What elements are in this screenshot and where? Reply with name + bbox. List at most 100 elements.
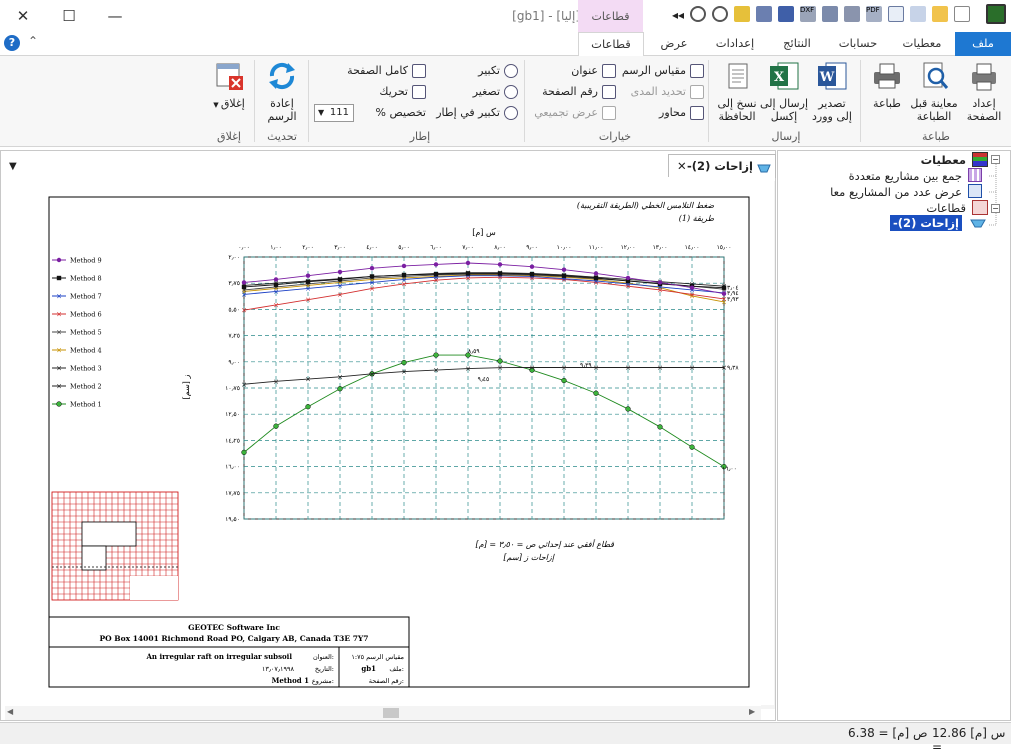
settings-icon[interactable] (822, 6, 838, 22)
pan-label: تحريك (379, 85, 408, 98)
collapse-ribbon-icon[interactable]: ⌃ (28, 34, 38, 48)
context-tab-header: قطاعات (578, 0, 643, 32)
y-tick-label: ١٦٫٠٠ (225, 464, 240, 471)
data-point: × (593, 364, 599, 372)
legend-label: Method 7 (70, 293, 102, 301)
close-button[interactable]: ▼ إغلاق (206, 60, 252, 112)
legend-label: Method 3 (70, 365, 102, 373)
summary-view-label: عرض تجميعي (534, 106, 598, 119)
tree-view-multiple-projects[interactable]: عرض عدد من المشاريع معا (830, 184, 962, 200)
data-label: ٣٫٩٣ (727, 296, 739, 303)
full-page-button[interactable]: كامل الصفحة (340, 62, 426, 80)
redo-icon[interactable] (690, 6, 706, 22)
excel-icon: X (768, 60, 800, 92)
redraw-button[interactable]: إعادة الرسم (260, 60, 304, 123)
axes-button[interactable]: محاور (654, 104, 704, 122)
doc-menu-arrow-icon[interactable]: ▼ (9, 161, 17, 172)
legend-label: Method 1 (70, 401, 102, 409)
label-title: العنوان: (313, 653, 334, 661)
pan-button[interactable]: تحريك (370, 83, 426, 101)
custom-zoom-value: 111 (329, 107, 349, 118)
company-address: PO Box 14001 Richmond Road PO, Calgary A… (99, 634, 368, 643)
print-setup-button[interactable]: إعداد الصفحة (962, 60, 1006, 123)
zoom-in-label: تكبير (478, 64, 500, 77)
y-tick-label: ٣٫٧٥ (228, 280, 240, 287)
zoom-out-button[interactable]: تصغير (460, 83, 518, 101)
close-window-button[interactable]: ✕ (0, 0, 46, 32)
scroll-right-icon[interactable]: ▶ (749, 707, 755, 716)
page-number-label: رقم الصفحة (542, 85, 598, 98)
collapse-sections-icon[interactable]: − (991, 204, 1000, 213)
y-tick-label: ٩٫٠٠ (228, 359, 240, 366)
tab-data[interactable]: معطيات (892, 32, 952, 56)
tab-file[interactable]: ملف (955, 32, 1011, 56)
combine-projects-icon (968, 168, 982, 182)
maximize-button[interactable]: ☐ (46, 0, 92, 32)
data-point (433, 352, 439, 358)
options-group-label: خيارات (598, 130, 632, 143)
horizontal-scrollbar[interactable]: ◀ ▶ (5, 706, 761, 720)
print-preview-button[interactable]: معاينة قبل الطباعة (906, 60, 962, 123)
collapse-data-icon[interactable]: − (991, 155, 1000, 164)
tab-settings[interactable]: إعدادات (704, 32, 766, 56)
export-dxf-icon[interactable]: DXF (800, 6, 816, 22)
export-pdf-icon[interactable]: PDF (866, 6, 882, 22)
y-tick-label: ١٤٫٢٥ (225, 437, 240, 444)
tab-view[interactable]: عرض (648, 32, 700, 56)
tree-combine-projects[interactable]: جمع بين مشاريع متعددة (849, 168, 962, 184)
title-button[interactable]: عنوان (558, 62, 616, 80)
data-folder-icon (972, 152, 988, 167)
undo-icon[interactable] (712, 6, 728, 22)
save-icon[interactable] (778, 6, 794, 22)
drawing-title-line1: ضغط التلامس الخطي (الطريقة التقريبية) (577, 201, 714, 210)
help-icon[interactable]: ? (4, 35, 20, 51)
data-point: × (305, 376, 311, 384)
zoom-window-button[interactable]: تكبير في إطار (428, 104, 518, 122)
document-tab[interactable]: إزاحات (2)- ✕ (668, 154, 776, 178)
export-word-button[interactable]: W تصدير إلى وورد (808, 60, 856, 123)
send-excel-label: إرسال إلى إكسل (760, 97, 809, 123)
data-point: × (529, 364, 535, 372)
zoom-in-button[interactable]: تكبير (466, 62, 518, 80)
legend-marker (56, 401, 62, 407)
save-as-icon[interactable] (756, 6, 772, 22)
print-button[interactable]: طباعة (866, 60, 908, 110)
y-tick-label: ١٧٫٧٥ (225, 490, 240, 497)
send-excel-button[interactable]: X إرسال إلى إكسل (760, 60, 808, 123)
tab-sections[interactable]: قطاعات (578, 32, 644, 57)
horizontal-scroll-thumb[interactable] (383, 708, 399, 718)
tab-calculations[interactable]: حسابات (828, 32, 888, 56)
new-file-icon[interactable] (954, 6, 970, 22)
label-date: التاريخ: (315, 665, 334, 673)
page-number-button[interactable]: رقم الصفحة (530, 83, 616, 101)
scroll-left-icon[interactable]: ◀ (7, 707, 13, 716)
tab-results[interactable]: النتائج (770, 32, 824, 56)
range-button[interactable]: تحديد المدى (616, 83, 704, 101)
data-point (305, 279, 311, 284)
scale-button[interactable]: مقياس الرسم (610, 62, 704, 80)
tree-selected-section[interactable]: إزاحات (2)- (890, 215, 962, 231)
more-icon[interactable]: ◂◂ (672, 8, 688, 24)
minimize-button[interactable]: — (92, 0, 138, 32)
print-icon[interactable] (844, 6, 860, 22)
open-folder-icon[interactable] (932, 6, 948, 22)
data-point (305, 273, 311, 278)
data-label: ١٦٫٠٠ (722, 466, 737, 473)
multi-projects-icon (968, 184, 982, 198)
data-point (561, 267, 567, 272)
y-tick-label: ١٠٫٧٥ (225, 385, 240, 392)
export-icon[interactable] (734, 6, 750, 22)
close-tab-icon[interactable]: ✕ (677, 155, 687, 177)
new-doc-icon[interactable] (910, 6, 926, 22)
custom-zoom-select[interactable]: ▼ 111 (314, 104, 354, 122)
copy-clipboard-button[interactable]: نسخ إلى الحافظة (714, 60, 760, 123)
separator (524, 60, 525, 142)
copy-icon[interactable] (888, 6, 904, 22)
tree-data-node[interactable]: معطيات (921, 152, 966, 168)
data-point (433, 272, 439, 277)
y-axis-title: ز [سم] (182, 375, 191, 400)
summary-view-button[interactable]: عرض تجميعي (528, 104, 616, 122)
x-tick-label: ١٠٫٠٠ (557, 244, 572, 251)
data-point (657, 280, 663, 285)
tree-sections-node[interactable]: قطاعات (926, 200, 966, 216)
